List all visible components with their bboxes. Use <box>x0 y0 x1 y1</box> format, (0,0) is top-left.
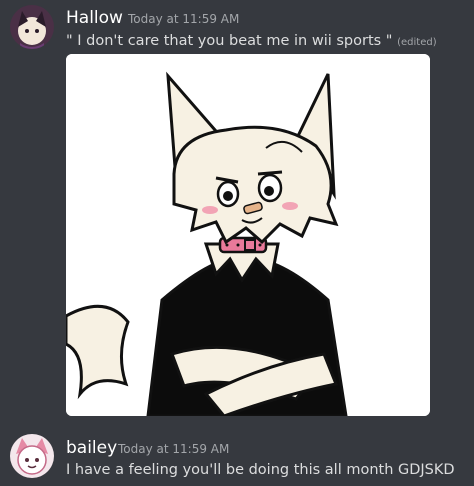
timestamp-hallow[interactable]: Today at 11:59 AM <box>128 12 239 26</box>
message-hallow: Hallow Today at 11:59 AM " I don't care … <box>0 0 474 420</box>
edited-label: (edited) <box>397 37 437 48</box>
timestamp-bailey[interactable]: Today at 11:59 AM <box>118 442 229 456</box>
message-text-hallow: " I don't care that you beat me in wii s… <box>66 33 437 49</box>
drawing-image <box>66 54 430 416</box>
message-bailey: bailey Today at 11:59 AM I have a feelin… <box>0 426 474 486</box>
username-hallow[interactable]: Hallow <box>66 8 123 28</box>
message-content: " I don't care that you beat me in wii s… <box>66 33 393 49</box>
message-text-bailey: I have a feeling you'll be doing this al… <box>66 462 455 478</box>
image-attachment[interactable] <box>66 54 430 416</box>
avatar-hallow[interactable] <box>10 5 54 49</box>
avatar-bailey[interactable] <box>10 434 54 478</box>
username-bailey[interactable]: bailey <box>66 438 117 458</box>
